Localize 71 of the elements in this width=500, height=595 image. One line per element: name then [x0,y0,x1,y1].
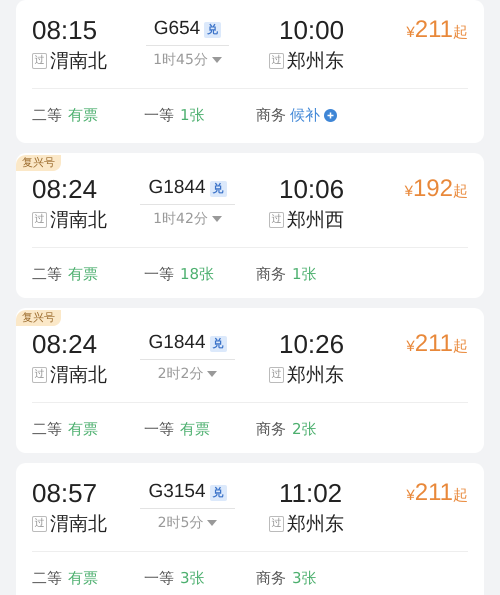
train-number: G3154 [148,480,206,504]
seat-availability: 3张 [180,568,205,588]
pass-badge: 过 [269,212,284,228]
pass-badge: 过 [32,516,47,532]
arrival-station: 郑州东 [287,49,344,74]
train-card[interactable]: 08:15 过 渭南北 G654 兑 1时45分 10:00 过 郑州东 ¥211起 二等 有票 一等 1张 商务 候补 [16,0,484,143]
seat-class: 一等 [144,264,174,284]
pass-badge: 过 [32,212,47,228]
seat-class: 一等 [144,105,174,125]
plus-icon[interactable] [324,108,337,122]
seat-availability: 3张 [292,568,317,588]
caret-icon [207,520,218,526]
seat-availability: 1张 [180,105,205,125]
pass-badge: 过 [269,367,284,383]
train-card[interactable]: 复兴号 08:24 过 渭南北 G1844 兑 2时2分 10:26 过 郑州东 ¥211起 二等 有票 一等 有票 商务 2张 [16,308,484,453]
departure-time: 08:24 [32,328,98,360]
seat-class: 商务 [256,264,286,284]
seat-availability: 1张 [292,264,317,284]
exchange-badge: 兑 [210,484,227,500]
seat-class: 一等 [144,419,174,439]
seat-availability: 候补 [290,105,320,125]
seat-class: 商务 [256,419,286,439]
pass-badge: 过 [269,516,284,532]
seat-class: 商务 [256,105,286,125]
train-card[interactable]: 08:57 过 渭南北 G3154 兑 2时5分 11:02 过 郑州东 ¥211起 二等 有票 一等 3张 商务 3张 [16,463,484,595]
departure-station: 渭南北 [50,363,107,388]
pass-badge: 过 [32,53,47,69]
price: ¥211起 [406,479,468,508]
seat-class: 二等 [32,568,62,588]
seat-class: 二等 [32,105,62,125]
seat-class: 商务 [256,568,286,588]
departure-station: 渭南北 [50,208,107,233]
train-tag: 复兴号 [16,310,61,326]
seat-availability: 2张 [292,419,317,439]
departure-station: 渭南北 [50,512,107,537]
train-number: G1844 [148,176,206,200]
seat-class: 二等 [32,419,62,439]
train-card[interactable]: 复兴号 08:24 过 渭南北 G1844 兑 1时42分 10:06 过 郑州西 ¥192起 二等 有票 一等 18张 商务 1张 [16,153,484,298]
train-tag: 复兴号 [16,155,61,171]
arrival-time: 10:06 [279,173,344,205]
seat-availability: 有票 [68,568,98,588]
caret-icon [207,371,218,377]
seat-availability: 有票 [68,264,98,284]
seat-availability: 有票 [68,419,98,439]
seat-class: 二等 [32,264,62,284]
departure-time: 08:57 [32,477,98,509]
train-number: G654 [154,17,200,42]
seat-availability: 18张 [180,264,214,284]
departure-station: 渭南北 [50,49,107,74]
arrival-station: 郑州东 [287,512,344,537]
exchange-badge: 兑 [210,336,227,352]
pass-badge: 过 [32,367,47,383]
price: ¥211起 [406,16,468,44]
seat-availability: 有票 [68,105,98,125]
seat-class: 一等 [144,568,174,588]
exchange-badge: 兑 [204,22,222,38]
train-number: G1844 [148,331,206,356]
caret-icon [212,216,222,222]
arrival-time: 10:00 [279,14,344,46]
arrival-time: 10:26 [279,328,344,360]
pass-badge: 过 [269,53,284,69]
departure-time: 08:15 [32,14,98,46]
arrival-time: 11:02 [279,477,342,509]
price: ¥211起 [406,330,468,358]
departure-time: 08:24 [32,173,98,205]
caret-icon [212,57,222,63]
seat-availability: 有票 [180,419,210,439]
arrival-station: 郑州东 [287,363,344,388]
price: ¥192起 [404,175,468,204]
arrival-station: 郑州西 [287,208,344,233]
exchange-badge: 兑 [210,180,227,196]
